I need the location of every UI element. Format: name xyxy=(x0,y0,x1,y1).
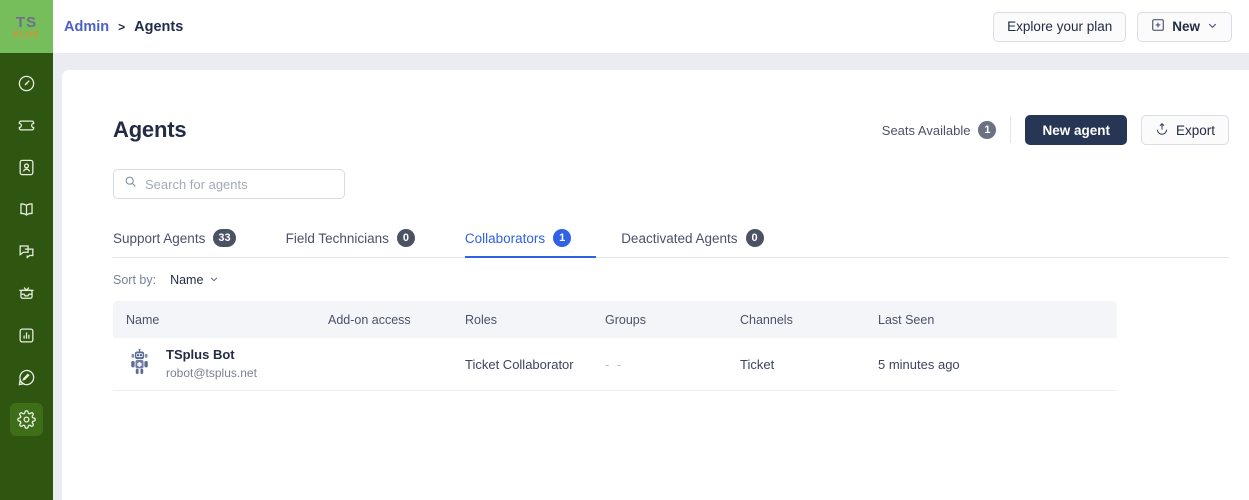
knowledge-base-icon xyxy=(17,200,36,219)
sort-by-dropdown[interactable]: Name xyxy=(170,273,219,287)
chevron-down-icon xyxy=(1207,19,1218,34)
new-agent-button[interactable]: New agent xyxy=(1025,115,1127,145)
sidebar-nav xyxy=(0,67,53,436)
tab-support-agents[interactable]: Support Agents 33 xyxy=(113,229,261,258)
header-divider xyxy=(1010,117,1011,143)
seats-available: Seats Available 1 xyxy=(882,121,997,139)
sort-bar: Sort by: Name xyxy=(113,273,1229,287)
tab-support-agents-label: Support Agents xyxy=(113,231,205,246)
content-area: Agents Seats Available 1 New agent xyxy=(53,53,1249,500)
contact-icon xyxy=(17,158,36,177)
tab-field-technicians[interactable]: Field Technicians 0 xyxy=(286,229,440,258)
agent-identity-cell: TSplus Bot robot@tsplus.net xyxy=(113,346,328,382)
agent-name: TSplus Bot xyxy=(166,346,257,365)
column-header-groups: Groups xyxy=(605,313,740,327)
brand-logo[interactable]: TS PLUS xyxy=(0,0,53,53)
sidebar-item-settings[interactable] xyxy=(10,403,43,436)
search-input[interactable] xyxy=(145,177,334,192)
topbar: Admin > Agents Explore your plan New xyxy=(53,0,1249,53)
new-button[interactable]: New xyxy=(1137,12,1232,42)
sort-by-label: Sort by: xyxy=(113,273,156,287)
search-icon xyxy=(124,175,137,193)
feedback-icon xyxy=(17,368,36,387)
automation-icon xyxy=(17,284,36,303)
topbar-actions: Explore your plan New xyxy=(993,12,1232,42)
agent-name-block: TSplus Bot robot@tsplus.net xyxy=(166,346,257,382)
tab-field-technicians-label: Field Technicians xyxy=(286,231,389,246)
agent-email: robot@tsplus.net xyxy=(166,365,257,382)
agents-card: Agents Seats Available 1 New agent xyxy=(62,70,1249,500)
sidebar-item-contacts[interactable] xyxy=(10,151,43,184)
column-header-roles: Roles xyxy=(465,313,605,327)
new-button-label: New xyxy=(1172,19,1200,34)
reports-icon xyxy=(17,326,36,345)
chevron-down-icon xyxy=(209,273,219,287)
breadcrumb: Admin > Agents xyxy=(64,19,183,35)
cell-last-seen: 5 minutes ago xyxy=(878,357,1117,372)
tab-deactivated-agents[interactable]: Deactivated Agents 0 xyxy=(621,229,788,258)
app-root: TS PLUS xyxy=(0,0,1249,500)
cell-channels: Ticket xyxy=(740,357,878,372)
tab-collaborators-label: Collaborators xyxy=(465,231,545,246)
seats-available-count: 1 xyxy=(978,121,996,139)
sidebar-item-tickets[interactable] xyxy=(10,109,43,142)
dashboard-icon xyxy=(17,74,36,93)
logo-text-ts: TS xyxy=(16,15,37,30)
cell-roles: Ticket Collaborator xyxy=(465,357,605,372)
plus-square-icon xyxy=(1151,18,1165,35)
explore-plan-label: Explore your plan xyxy=(1007,19,1112,34)
sidebar-item-automation[interactable] xyxy=(10,277,43,310)
seats-available-label: Seats Available xyxy=(882,123,971,138)
sidebar: TS PLUS xyxy=(0,0,53,500)
breadcrumb-separator-icon: > xyxy=(118,20,125,34)
column-header-addon: Add-on access xyxy=(328,313,465,327)
settings-gear-icon xyxy=(17,410,36,429)
robot-avatar xyxy=(126,349,153,379)
search-box[interactable] xyxy=(113,169,345,199)
ticket-icon xyxy=(17,116,36,135)
column-header-channels: Channels xyxy=(740,313,878,327)
export-label: Export xyxy=(1176,123,1215,138)
agents-table: Name Add-on access Roles Groups Channels… xyxy=(113,301,1117,391)
table-header-row: Name Add-on access Roles Groups Channels… xyxy=(113,301,1117,338)
explore-plan-button[interactable]: Explore your plan xyxy=(993,12,1126,42)
page-header: Agents Seats Available 1 New agent xyxy=(113,115,1229,145)
new-agent-label: New agent xyxy=(1042,123,1110,138)
sort-by-value: Name xyxy=(170,273,203,287)
sidebar-item-knowledge-base[interactable] xyxy=(10,193,43,226)
table-row[interactable]: TSplus Bot robot@tsplus.net Ticket Colla… xyxy=(113,338,1117,391)
page-header-actions: Seats Available 1 New agent xyxy=(882,115,1229,145)
cell-groups: - - xyxy=(605,357,740,372)
tab-deactivated-agents-label: Deactivated Agents xyxy=(621,231,737,246)
breadcrumb-current: Agents xyxy=(134,19,183,35)
tab-collaborators[interactable]: Collaborators 1 xyxy=(465,229,596,258)
breadcrumb-admin-link[interactable]: Admin xyxy=(64,19,109,35)
sidebar-item-feedback[interactable] xyxy=(10,361,43,394)
tab-deactivated-agents-count: 0 xyxy=(746,229,764,247)
tab-field-technicians-count: 0 xyxy=(397,229,415,247)
export-icon xyxy=(1155,122,1169,139)
page-title: Agents xyxy=(113,117,186,143)
sidebar-item-conversations[interactable] xyxy=(10,235,43,268)
column-header-last-seen: Last Seen xyxy=(878,313,1117,327)
sidebar-item-reports[interactable] xyxy=(10,319,43,352)
export-button[interactable]: Export xyxy=(1141,115,1229,145)
tab-support-agents-count: 33 xyxy=(213,229,235,247)
logo-text-plus: PLUS xyxy=(13,31,39,39)
tab-collaborators-count: 1 xyxy=(553,229,571,247)
main-column: Admin > Agents Explore your plan New xyxy=(53,0,1249,500)
sidebar-item-dashboard[interactable] xyxy=(10,67,43,100)
conversations-icon xyxy=(17,242,36,261)
agent-type-tabs: Support Agents 33 Field Technicians 0 Co… xyxy=(113,229,1229,258)
column-header-name: Name xyxy=(113,313,328,327)
